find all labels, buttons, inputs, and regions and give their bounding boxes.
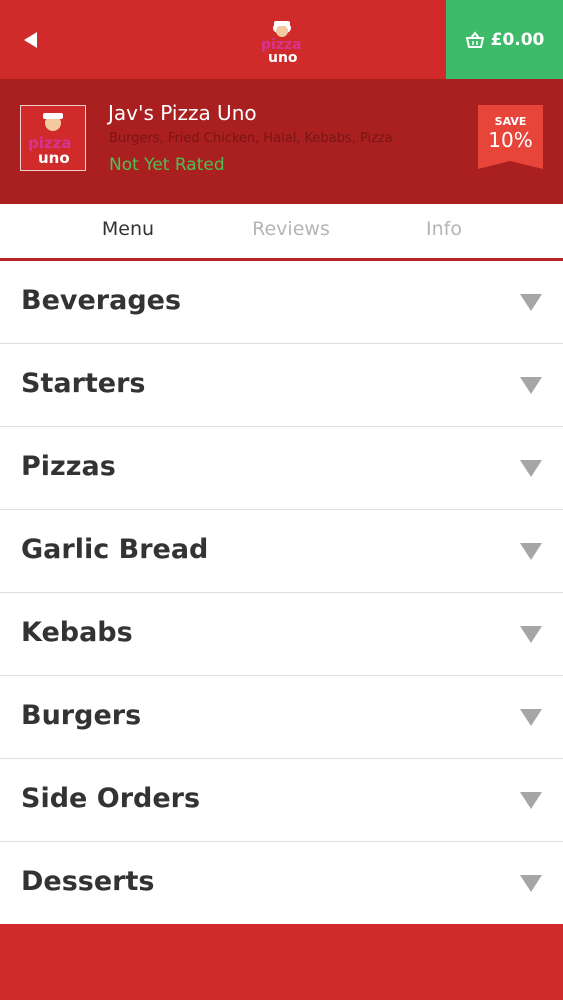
chevron-down-icon xyxy=(520,792,542,809)
restaurant-logo: pizza uno xyxy=(20,105,86,171)
restaurant-rating: Not Yet Rated xyxy=(109,155,225,175)
menu-category-label: Kebabs xyxy=(21,617,133,648)
tab-info[interactable]: Info xyxy=(426,218,462,240)
menu-category-starters[interactable]: Starters xyxy=(0,344,563,427)
menu-category-burgers[interactable]: Burgers xyxy=(0,676,563,759)
svg-text:uno: uno xyxy=(268,50,298,64)
back-arrow-icon xyxy=(24,32,37,48)
restaurant-name: Jav's Pizza Uno xyxy=(108,101,257,125)
restaurant-header: pizza uno Jav's Pizza Uno Burgers, Fried… xyxy=(0,79,563,204)
menu-category-label: Garlic Bread xyxy=(21,534,209,565)
save-label: SAVE xyxy=(494,115,527,128)
basket-icon xyxy=(465,30,484,48)
chevron-down-icon xyxy=(520,543,542,560)
chevron-down-icon xyxy=(520,460,542,477)
menu-category-side-orders[interactable]: Side Orders xyxy=(0,759,563,842)
chevron-down-icon xyxy=(520,875,542,892)
chevron-down-icon xyxy=(520,709,542,726)
pizza-uno-logo: pizza uno xyxy=(256,16,308,66)
svg-text:uno: uno xyxy=(38,149,70,167)
menu-category-label: Burgers xyxy=(21,700,142,731)
menu-category-label: Starters xyxy=(21,368,146,399)
menu-category-label: Pizzas xyxy=(21,451,116,482)
save-badge: SAVE 10% xyxy=(478,105,543,175)
basket-total: £0.00 xyxy=(490,29,545,50)
menu-category-beverages[interactable]: Beverages xyxy=(0,261,563,344)
chevron-down-icon xyxy=(520,377,542,394)
footer-bar xyxy=(0,924,563,1000)
menu-category-garlic-bread[interactable]: Garlic Bread xyxy=(0,510,563,593)
tab-reviews[interactable]: Reviews xyxy=(252,218,330,240)
menu-category-list: Beverages Starters Pizzas Garlic Bread K… xyxy=(0,261,563,924)
restaurant-cuisines: Burgers, Fried Chicken, Halal, Kebabs, P… xyxy=(109,131,393,146)
menu-category-pizzas[interactable]: Pizzas xyxy=(0,427,563,510)
basket-button[interactable]: £0.00 xyxy=(446,0,563,79)
save-value: 10% xyxy=(488,128,533,152)
chevron-down-icon xyxy=(520,626,542,643)
menu-category-label: Beverages xyxy=(21,285,182,316)
tab-bar: Menu Reviews Info xyxy=(0,204,563,261)
top-bar: pizza uno £0.00 xyxy=(0,0,563,79)
tab-menu[interactable]: Menu xyxy=(102,218,154,240)
menu-category-label: Desserts xyxy=(21,866,155,897)
menu-category-label: Side Orders xyxy=(21,783,201,814)
back-button[interactable] xyxy=(16,25,46,55)
menu-category-desserts[interactable]: Desserts xyxy=(0,842,563,925)
chevron-down-icon xyxy=(520,294,542,311)
menu-category-kebabs[interactable]: Kebabs xyxy=(0,593,563,676)
